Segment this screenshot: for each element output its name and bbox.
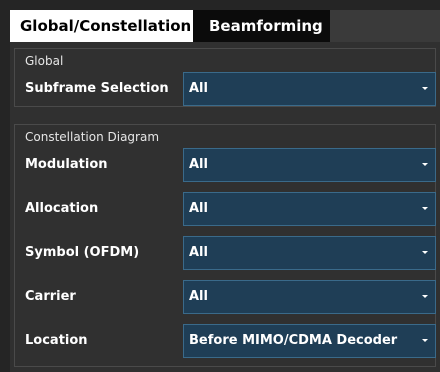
global-group-title: Global xyxy=(25,54,64,68)
subframe-selection-row: Subframe Selection All xyxy=(15,70,437,108)
location-dropdown[interactable]: Before MIMO/CDMA Decoder xyxy=(183,324,436,358)
subframe-selection-value: All xyxy=(189,81,208,96)
settings-dialog: Global/Constellation Beamforming Global … xyxy=(0,0,440,372)
tab-global-constellation[interactable]: Global/Constellation xyxy=(10,10,193,42)
allocation-dropdown[interactable]: All xyxy=(183,192,436,226)
subframe-selection-dropdown[interactable]: All xyxy=(183,72,436,106)
constellation-group-title: Constellation Diagram xyxy=(25,130,160,144)
tab-bar: Global/Constellation Beamforming xyxy=(10,10,440,42)
modulation-row: Modulation All xyxy=(15,146,437,184)
symbol-ofdm-row: Symbol (OFDM) All xyxy=(15,234,437,272)
carrier-value: All xyxy=(189,289,208,304)
constellation-group: Constellation Diagram Modulation All All… xyxy=(14,124,436,367)
global-group: Global Subframe Selection All xyxy=(14,48,436,107)
modulation-label: Modulation xyxy=(25,157,108,172)
chevron-down-icon xyxy=(422,163,428,166)
location-label: Location xyxy=(25,333,88,348)
carrier-label: Carrier xyxy=(25,289,76,304)
symbol-ofdm-label: Symbol (OFDM) xyxy=(25,245,140,260)
tab-content: Global Subframe Selection All Constellat… xyxy=(10,42,440,372)
symbol-ofdm-dropdown[interactable]: All xyxy=(183,236,436,270)
chevron-down-icon xyxy=(422,207,428,210)
symbol-ofdm-value: All xyxy=(189,245,208,260)
location-row: Location Before MIMO/CDMA Decoder xyxy=(15,322,437,360)
carrier-row: Carrier All xyxy=(15,278,437,316)
tab-beamforming[interactable]: Beamforming xyxy=(193,10,330,42)
allocation-row: Allocation All xyxy=(15,190,437,228)
carrier-dropdown[interactable]: All xyxy=(183,280,436,314)
allocation-label: Allocation xyxy=(25,201,99,216)
chevron-down-icon xyxy=(422,87,428,90)
chevron-down-icon xyxy=(422,295,428,298)
allocation-value: All xyxy=(189,201,208,216)
chevron-down-icon xyxy=(422,251,428,254)
chevron-down-icon xyxy=(422,339,428,342)
location-value: Before MIMO/CDMA Decoder xyxy=(189,333,398,348)
modulation-dropdown[interactable]: All xyxy=(183,148,436,182)
subframe-selection-label: Subframe Selection xyxy=(25,81,169,96)
modulation-value: All xyxy=(189,157,208,172)
